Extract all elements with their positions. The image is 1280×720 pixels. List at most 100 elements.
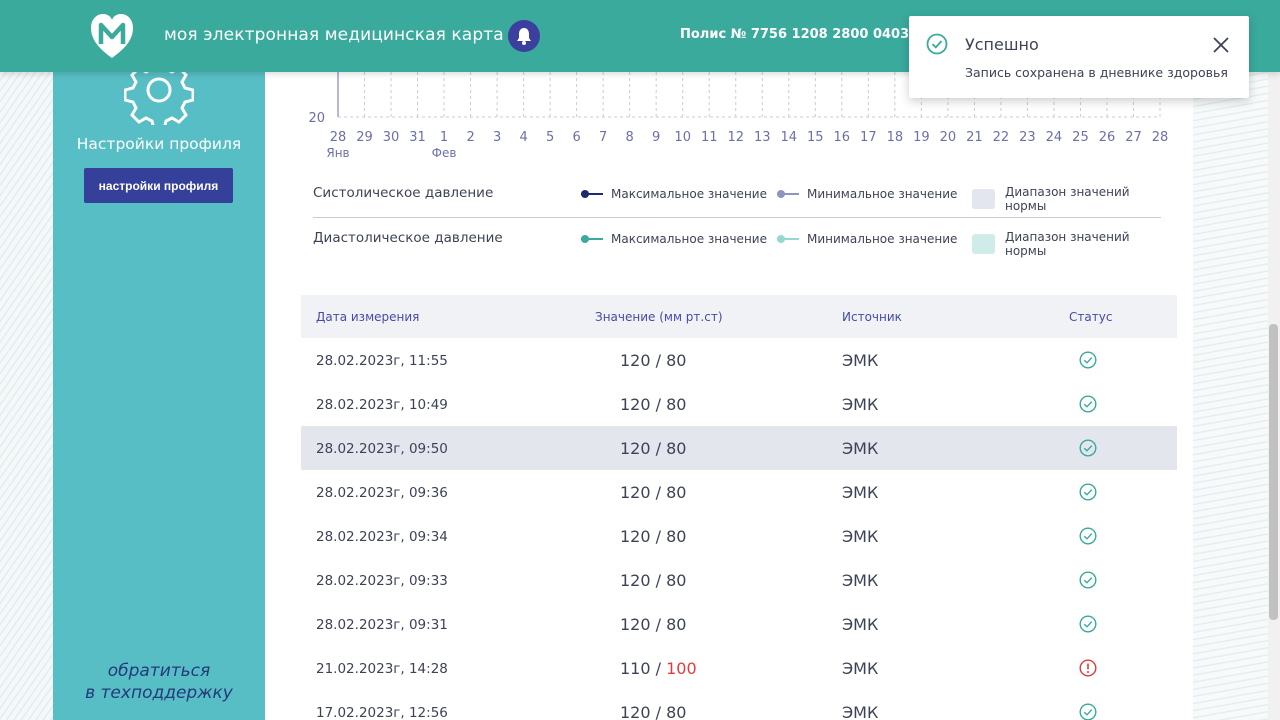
profile-settings-button[interactable]: настройки профиля xyxy=(84,168,233,203)
cell-source: ЭМК xyxy=(842,395,879,414)
x-tick-label: 13 xyxy=(754,130,771,145)
x-tick-label: 18 xyxy=(887,130,904,145)
check-circle-icon xyxy=(1079,351,1097,369)
cell-date: 28.02.2023г, 10:49 xyxy=(316,397,448,413)
value-diastolic: 80 xyxy=(666,483,687,502)
x-tick-label: 14 xyxy=(781,130,798,145)
legend-label: Минимальное значение xyxy=(807,187,958,201)
legend-systolic-name: Систолическое давление xyxy=(313,185,494,201)
table-row[interactable]: 28.02.2023г, 09:34 120 / 80 ЭМК xyxy=(301,514,1177,558)
value-separator: / xyxy=(650,439,667,458)
header-status[interactable]: Статус xyxy=(1069,310,1112,324)
x-tick-label: 28 xyxy=(1152,130,1169,145)
toast-message: Запись сохранена в дневнике здоровья xyxy=(965,65,1228,80)
cell-value: 120 / 80 xyxy=(620,395,686,414)
x-tick-label: 23 xyxy=(1019,130,1036,145)
x-tick-label: 15 xyxy=(807,130,824,145)
x-tick-label: 4 xyxy=(519,130,527,145)
table-row[interactable]: 28.02.2023г, 09:36 120 / 80 ЭМК xyxy=(301,470,1177,514)
x-tick-label: 1 xyxy=(440,130,448,145)
x-tick-label: 6 xyxy=(573,130,581,145)
x-tick-label: 21 xyxy=(966,130,983,145)
heart-m-logo-icon[interactable] xyxy=(89,12,135,60)
cell-value: 120 / 80 xyxy=(620,615,686,634)
cell-date: 28.02.2023г, 09:33 xyxy=(316,573,448,589)
table-row[interactable]: 28.02.2023г, 10:49 120 / 80 ЭМК xyxy=(301,382,1177,426)
x-tick-label: 12 xyxy=(727,130,744,145)
value-systolic: 120 xyxy=(620,395,651,414)
legend-range-swatch xyxy=(972,234,995,254)
table-row[interactable]: 28.02.2023г, 11:55 120 / 80 ЭМК xyxy=(301,338,1177,382)
x-tick-label: 27 xyxy=(1125,130,1142,145)
x-tick-label: 17 xyxy=(860,130,877,145)
value-systolic: 120 xyxy=(620,615,651,634)
background-pattern-left xyxy=(0,72,55,720)
x-tick-label: 30 xyxy=(383,130,400,145)
value-separator: / xyxy=(650,483,667,502)
cell-source: ЭМК xyxy=(842,439,879,458)
header-source[interactable]: Источник xyxy=(842,310,902,324)
x-tick-label: 2 xyxy=(466,130,474,145)
legend-diastolic-max: Максимальное значение xyxy=(581,232,767,246)
table-row[interactable]: 21.02.2023г, 14:28 110 / 100 ЭМК xyxy=(301,646,1177,690)
check-circle-icon xyxy=(1079,615,1097,633)
x-tick-label: 25 xyxy=(1072,130,1089,145)
x-tick-label: 26 xyxy=(1099,130,1116,145)
x-tick-label: 24 xyxy=(1046,130,1063,145)
table-row[interactable]: 28.02.2023г, 09:31 120 / 80 ЭМК xyxy=(301,602,1177,646)
header-date[interactable]: Дата измерения xyxy=(316,310,419,324)
x-tick-label: 16 xyxy=(834,130,851,145)
close-icon[interactable] xyxy=(1211,35,1231,55)
bell-icon xyxy=(517,28,531,45)
cell-value: 120 / 80 xyxy=(620,703,686,720)
cell-date: 28.02.2023г, 11:55 xyxy=(316,353,448,369)
notifications-button[interactable] xyxy=(508,20,540,52)
cell-date: 28.02.2023г, 09:36 xyxy=(316,485,448,501)
table-row[interactable]: 17.02.2023г, 12:56 120 / 80 ЭМК xyxy=(301,690,1177,720)
value-systolic: 120 xyxy=(620,439,651,458)
warning-circle-icon xyxy=(1079,659,1097,677)
legend-systolic-range: Диапазон значений нормы xyxy=(972,185,1161,213)
success-toast: Успешно Запись сохранена в дневнике здор… xyxy=(909,16,1249,98)
x-tick-label: 19 xyxy=(913,130,930,145)
app-title: моя электронная медицинская карта xyxy=(164,25,504,45)
legend-label: Минимальное значение xyxy=(807,232,958,246)
value-systolic: 120 xyxy=(620,571,651,590)
value-diastolic: 80 xyxy=(666,615,687,634)
cell-value: 120 / 80 xyxy=(620,439,686,458)
value-diastolic: 80 xyxy=(666,527,687,546)
month-label: Фев xyxy=(432,146,457,160)
cell-source: ЭМК xyxy=(842,659,879,678)
x-tick-label: 5 xyxy=(546,130,554,145)
policy-number: Полис № 7756 1208 2800 0403 xyxy=(680,27,910,42)
scrollbar-thumb[interactable] xyxy=(1269,324,1278,620)
value-systolic: 120 xyxy=(620,483,651,502)
header-value[interactable]: Значение (мм рт.ст) xyxy=(595,310,723,324)
value-separator: / xyxy=(650,351,667,370)
check-circle-icon xyxy=(926,33,948,55)
legend-line-marker xyxy=(777,190,799,198)
x-tick-label: 20 xyxy=(940,130,957,145)
value-diastolic: 80 xyxy=(666,571,687,590)
x-tick-label: 11 xyxy=(701,130,718,145)
value-systolic: 120 xyxy=(620,351,651,370)
cell-date: 28.02.2023г, 09:31 xyxy=(316,617,448,633)
support-link-line2: в техподдержку xyxy=(85,683,233,703)
value-separator: / xyxy=(650,703,667,720)
cell-date: 28.02.2023г, 09:50 xyxy=(316,441,448,457)
value-separator: / xyxy=(650,571,667,590)
legend-systolic-max: Максимальное значение xyxy=(581,187,767,201)
table-row[interactable]: 28.02.2023г, 09:50 120 / 80 ЭМК xyxy=(301,426,1177,470)
check-circle-icon xyxy=(1079,439,1097,457)
x-tick-label: 31 xyxy=(409,130,426,145)
cell-source: ЭМК xyxy=(842,703,879,720)
table-row[interactable]: 28.02.2023г, 09:33 120 / 80 ЭМК xyxy=(301,558,1177,602)
value-separator: / xyxy=(650,615,667,634)
legend-line-marker xyxy=(581,190,603,198)
value-separator: / xyxy=(650,659,667,678)
check-circle-icon xyxy=(1079,703,1097,720)
support-link[interactable]: обратиться в техподдержку xyxy=(53,660,265,704)
x-tick-label: 8 xyxy=(626,130,634,145)
cell-value: 120 / 80 xyxy=(620,527,686,546)
legend-line-marker xyxy=(777,235,799,243)
